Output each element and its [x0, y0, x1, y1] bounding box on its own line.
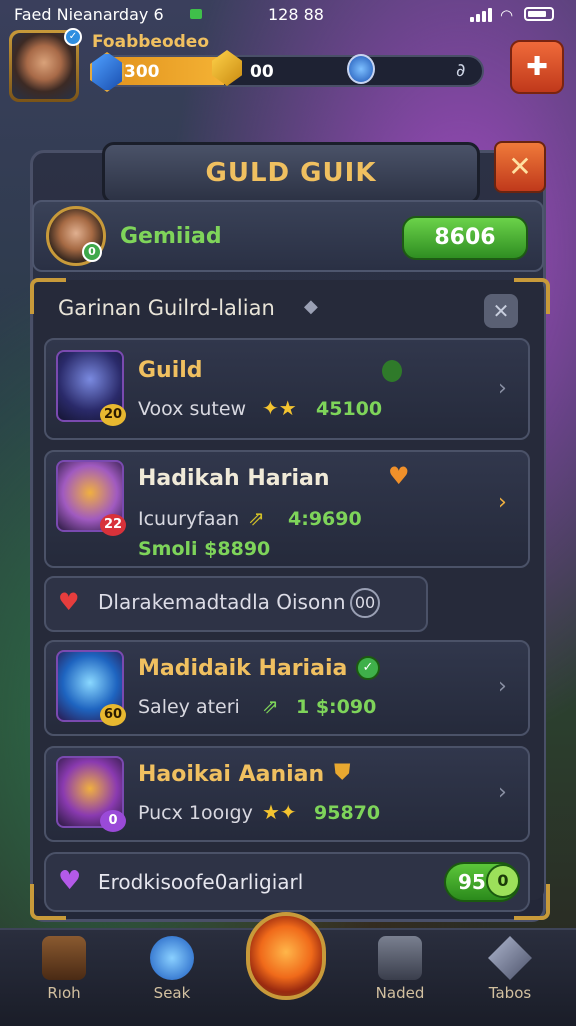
resource-1-value: 300 [124, 62, 160, 82]
nav-item-tabos[interactable]: Tabos [470, 936, 550, 1002]
card-level-badge: 0 [100, 810, 126, 832]
crate-icon [42, 936, 86, 980]
card-level-badge: 60 [100, 704, 126, 726]
notice-count-badge: 00 [350, 588, 380, 618]
chevron-right-icon[interactable]: › [498, 674, 507, 699]
footer-text: Erodkisoofe0arligiarl [98, 870, 304, 894]
arrow-boost-icon: ⇗ [248, 506, 265, 530]
nav-label: Tabos [488, 984, 532, 1002]
resource-2-value: 00 [250, 62, 274, 82]
card-subtitle: Saley ateri [138, 696, 240, 718]
shield-icon: ◆ [304, 296, 318, 317]
heart-icon: ♥ [58, 588, 80, 616]
card-title: Madidaik Hariaia [138, 656, 348, 681]
player-name: Foabbeodeo [92, 32, 209, 52]
nav-item-rioh[interactable]: Rıoh [24, 936, 104, 1002]
status-bar: Faed Nieanarday 6 128 88 ◠ [0, 0, 576, 30]
anvil-icon [378, 936, 422, 980]
shield-icon: ⛊ [334, 760, 351, 785]
card-subtitle: Icuuryfaan [138, 508, 240, 530]
orb-icon [150, 936, 194, 980]
card-stat: 1 $:090 [296, 696, 377, 718]
clock: 128 88 [268, 5, 324, 24]
chevron-right-icon[interactable]: › [498, 376, 507, 401]
verified-badge-icon: ✓ [64, 28, 82, 46]
arrow-boost-icon: ⇗ [262, 694, 279, 718]
frame-corner [514, 278, 550, 314]
card-level-badge: 22 [100, 514, 126, 536]
purple-heart-icon: ♥ [58, 866, 82, 896]
battery-indicator-icon [190, 9, 202, 19]
card-title: Haoikai Aanian [138, 762, 325, 787]
nav-item-naded[interactable]: Naded [360, 936, 440, 1002]
star-icon: ✦★ [262, 396, 297, 420]
blue-orb-icon[interactable] [347, 54, 375, 84]
card-stat: 45100 [316, 398, 383, 420]
notice-text: Dlarakemadtadla Oisonn [98, 590, 346, 614]
star-icon: ★✦ [262, 800, 297, 824]
member-level-badge: 0 [82, 242, 102, 262]
section-title: Garinan Guilrd-lalian [58, 296, 275, 320]
card-title: Hadikah Harian [138, 466, 330, 491]
card-level-badge: 20 [100, 404, 126, 426]
panel-title: GULD GUIK [102, 142, 480, 204]
center-action-button[interactable] [246, 912, 326, 1000]
shield-badge-icon [382, 360, 402, 382]
puzzle-settings-button[interactable]: ✚ [510, 40, 564, 94]
check-icon: ✓ [356, 656, 380, 680]
link-icon[interactable]: ∂ [456, 60, 465, 81]
carrier-label: Faed Nieanarday 6 [14, 5, 164, 24]
card-extra-stat: Smoli $8890 [138, 538, 271, 560]
nav-item-seak[interactable]: Seak [132, 936, 212, 1002]
nav-label: Seak [153, 984, 191, 1002]
card-subtitle: Pucx 1ooıgy [138, 802, 253, 824]
chevron-right-icon[interactable]: › [498, 780, 507, 805]
card-subtitle: Voox sutew [138, 398, 247, 420]
heart-icon: ♥ [388, 462, 410, 490]
battery-icon [524, 7, 554, 21]
nav-label: Naded [375, 984, 425, 1002]
nav-label: Rıoh [47, 984, 81, 1002]
sword-icon [488, 936, 532, 980]
card-stat: 95870 [314, 802, 381, 824]
wifi-icon: ◠ [500, 6, 514, 24]
section-close-button[interactable]: ✕ [484, 294, 518, 328]
card-title: Guild [138, 358, 203, 383]
member-name: Gemiiad [120, 224, 222, 249]
close-button[interactable]: ✕ [494, 141, 546, 193]
chevron-right-icon[interactable]: › [498, 490, 507, 515]
card-stat: 4:9690 [288, 508, 362, 530]
footer-badge: 0 [486, 864, 520, 898]
member-value-button[interactable]: 8606 [402, 216, 528, 260]
signal-icon [470, 8, 492, 22]
